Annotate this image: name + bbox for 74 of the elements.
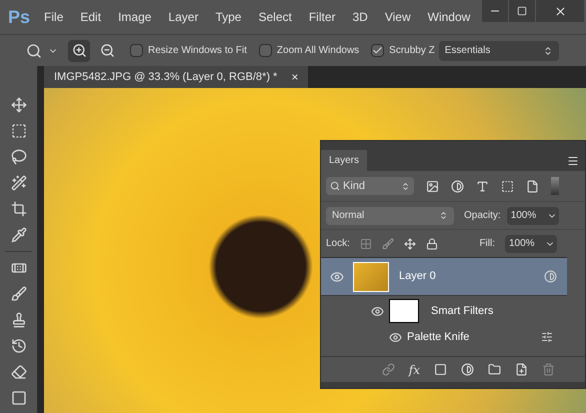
checkbox-label: Resize Windows to Fit — [148, 44, 247, 58]
stepper-icon — [542, 46, 553, 56]
panel-menu-icon[interactable] — [567, 155, 579, 167]
menu-item[interactable]: View — [384, 8, 411, 26]
zoom-in-button[interactable] — [68, 40, 90, 62]
menu-item[interactable]: 3D — [352, 8, 368, 26]
brush-icon[interactable] — [10, 286, 26, 302]
stepper-icon — [401, 182, 410, 190]
blend-mode-select[interactable]: Normal — [326, 206, 454, 224]
search-icon — [330, 181, 340, 191]
layer-name: Smart Filters — [431, 304, 494, 319]
zoom-tool-icon[interactable] — [26, 42, 42, 58]
eyedropper-icon[interactable] — [10, 227, 26, 243]
close-icon — [554, 4, 566, 18]
opacity-field[interactable]: 100% — [506, 206, 559, 224]
filter-select[interactable]: Kind — [326, 177, 414, 195]
new-layer-icon[interactable] — [515, 363, 528, 376]
maximize-icon — [517, 6, 527, 16]
filter-options-icon[interactable] — [541, 331, 553, 343]
magic-wand-icon[interactable] — [10, 175, 26, 191]
checker-icon[interactable] — [360, 238, 372, 250]
move-tool-icon[interactable] — [10, 97, 26, 113]
document-tab[interactable]: IMGP5482.JPG @ 33.3% (Layer 0, RGB/8*) * × — [44, 66, 308, 88]
menu-item[interactable]: File — [44, 8, 64, 26]
zoom-out-icon — [100, 43, 114, 58]
adjustment-icon[interactable] — [461, 363, 474, 376]
link-icon[interactable] — [382, 363, 395, 376]
eye-icon[interactable] — [370, 304, 384, 318]
layer-name: Palette Knife — [407, 330, 470, 345]
mask-icon[interactable] — [434, 363, 447, 376]
checkbox-label: Zoom All Windows — [276, 44, 360, 58]
stepper-icon — [439, 211, 448, 220]
layer-thumbnail — [353, 262, 389, 292]
menu-item[interactable]: Type — [215, 8, 242, 26]
lock-label: Lock: — [326, 237, 350, 251]
eye-icon[interactable] — [330, 270, 344, 284]
checkbox[interactable] — [258, 44, 272, 57]
workspace-select[interactable]: Essentials — [438, 40, 559, 60]
opacity-label: Opacity: — [464, 209, 501, 223]
marquee-tool-icon[interactable] — [10, 123, 26, 139]
fill-field[interactable]: 100% — [505, 234, 557, 252]
layer-name: Layer 0 — [399, 269, 436, 284]
brush-icon[interactable] — [382, 238, 394, 250]
checkbox-label: Scrubby Z — [389, 44, 435, 58]
layer-row[interactable]: Layer 0 — [321, 258, 567, 296]
lasso-tool-icon[interactable] — [10, 149, 26, 165]
eye-icon[interactable] — [388, 330, 402, 344]
checkbox[interactable] — [371, 44, 384, 57]
shape-filter-icon[interactable] — [501, 180, 514, 192]
type-filter-icon[interactable] — [476, 180, 489, 192]
menu-item[interactable]: Select — [258, 8, 292, 26]
eraser-icon[interactable] — [10, 364, 26, 380]
folder-icon[interactable] — [488, 363, 501, 376]
menu-item[interactable]: Edit — [80, 8, 102, 26]
filter-mask-thumbnail — [389, 299, 419, 323]
menu-item[interactable]: Window — [428, 8, 470, 26]
crop-tool-icon[interactable] — [10, 201, 26, 217]
menu-item[interactable]: Filter — [308, 8, 336, 26]
checkbox[interactable] — [130, 44, 143, 57]
check-icon — [372, 45, 384, 56]
lock-icon[interactable] — [426, 238, 438, 250]
image-filter-icon[interactable] — [426, 180, 439, 192]
adjustment-filter-icon[interactable] — [451, 180, 464, 192]
zoom-in-icon — [72, 43, 86, 58]
fill-label: Fill: — [479, 237, 495, 251]
menu-item[interactable]: Layer — [168, 8, 198, 26]
fx-button[interactable]: fx — [408, 360, 420, 378]
tab-close[interactable]: × — [291, 68, 298, 86]
stamp-icon[interactable] — [10, 312, 26, 328]
layers-tab[interactable]: Layers — [321, 150, 368, 171]
move-icon[interactable] — [404, 238, 416, 250]
filter-toggle[interactable] — [551, 177, 559, 195]
app-logo: Ps — [8, 6, 30, 28]
menu-item[interactable]: Image — [118, 8, 152, 26]
